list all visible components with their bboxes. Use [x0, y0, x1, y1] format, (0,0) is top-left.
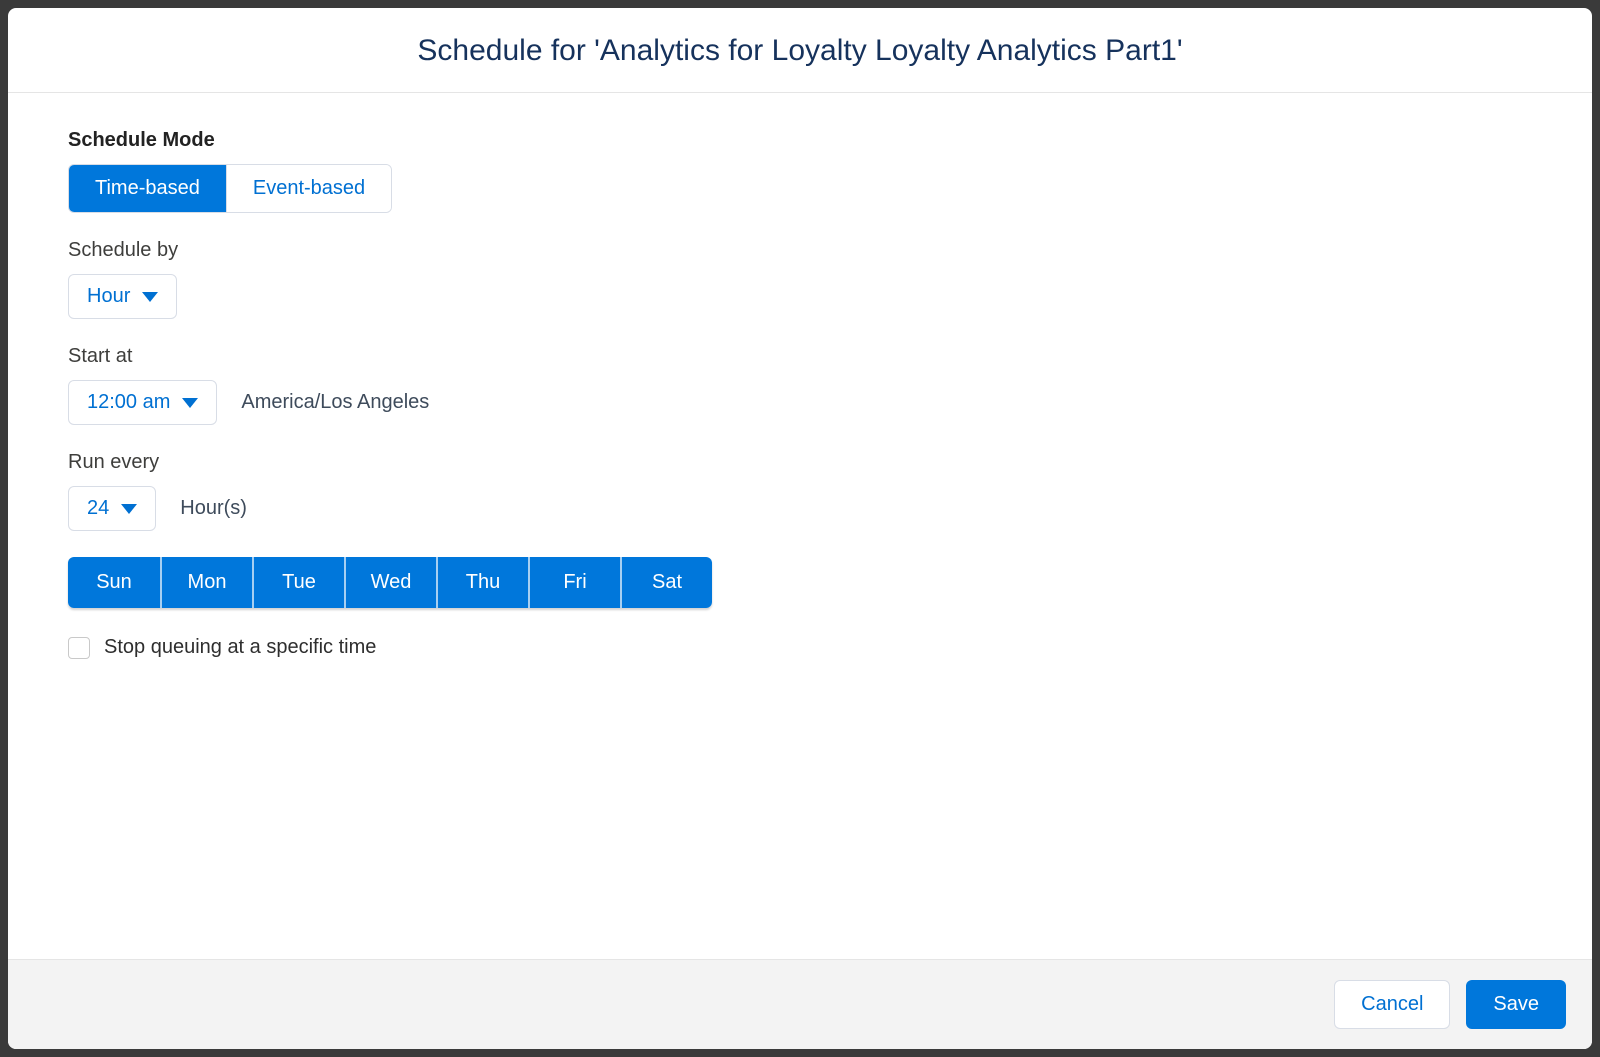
chevron-down-icon [142, 292, 158, 302]
schedule-mode-label: Schedule Mode [68, 129, 1532, 152]
schedule-modal: Schedule for 'Analytics for Loyalty Loya… [8, 8, 1592, 1049]
day-tue-button[interactable]: Tue [252, 557, 344, 608]
chevron-down-icon [121, 504, 137, 514]
day-thu-button[interactable]: Thu [436, 557, 528, 608]
stop-queue-label: Stop queuing at a specific time [104, 636, 376, 659]
start-at-value: 12:00 am [87, 391, 170, 414]
run-every-field: Run every 24 Hour(s) [68, 451, 1532, 531]
schedule-mode-group: Time-based Event-based [68, 164, 392, 213]
modal-body: Schedule Mode Time-based Event-based Sch… [8, 93, 1592, 959]
start-at-label: Start at [68, 345, 1532, 368]
stop-queue-row: Stop queuing at a specific time [68, 636, 1532, 659]
run-every-select[interactable]: 24 [68, 486, 156, 531]
days-field: Sun Mon Tue Wed Thu Fri Sat [68, 557, 1532, 608]
start-at-select[interactable]: 12:00 am [68, 380, 217, 425]
chevron-down-icon [182, 398, 198, 408]
day-wed-button[interactable]: Wed [344, 557, 436, 608]
day-mon-button[interactable]: Mon [160, 557, 252, 608]
run-every-value: 24 [87, 497, 109, 520]
run-every-unit: Hour(s) [180, 497, 247, 520]
schedule-by-value: Hour [87, 285, 130, 308]
stop-queue-checkbox[interactable] [68, 637, 90, 659]
schedule-by-label: Schedule by [68, 239, 1532, 262]
schedule-mode-time-button[interactable]: Time-based [69, 165, 226, 212]
save-button[interactable]: Save [1466, 980, 1566, 1029]
schedule-by-field: Schedule by Hour [68, 239, 1532, 319]
cancel-button[interactable]: Cancel [1334, 980, 1450, 1029]
day-sat-button[interactable]: Sat [620, 557, 712, 608]
modal-title: Schedule for 'Analytics for Loyalty Loya… [28, 34, 1572, 68]
schedule-by-select[interactable]: Hour [68, 274, 177, 319]
day-sun-button[interactable]: Sun [68, 557, 160, 608]
modal-footer: Cancel Save [8, 959, 1592, 1049]
schedule-mode-event-button[interactable]: Event-based [226, 165, 391, 212]
start-at-field: Start at 12:00 am America/Los Angeles [68, 345, 1532, 425]
day-group: Sun Mon Tue Wed Thu Fri Sat [68, 557, 712, 608]
timezone-label: America/Los Angeles [241, 391, 429, 414]
day-fri-button[interactable]: Fri [528, 557, 620, 608]
run-every-label: Run every [68, 451, 1532, 474]
modal-header: Schedule for 'Analytics for Loyalty Loya… [8, 8, 1592, 93]
schedule-mode-field: Schedule Mode Time-based Event-based [68, 129, 1532, 213]
